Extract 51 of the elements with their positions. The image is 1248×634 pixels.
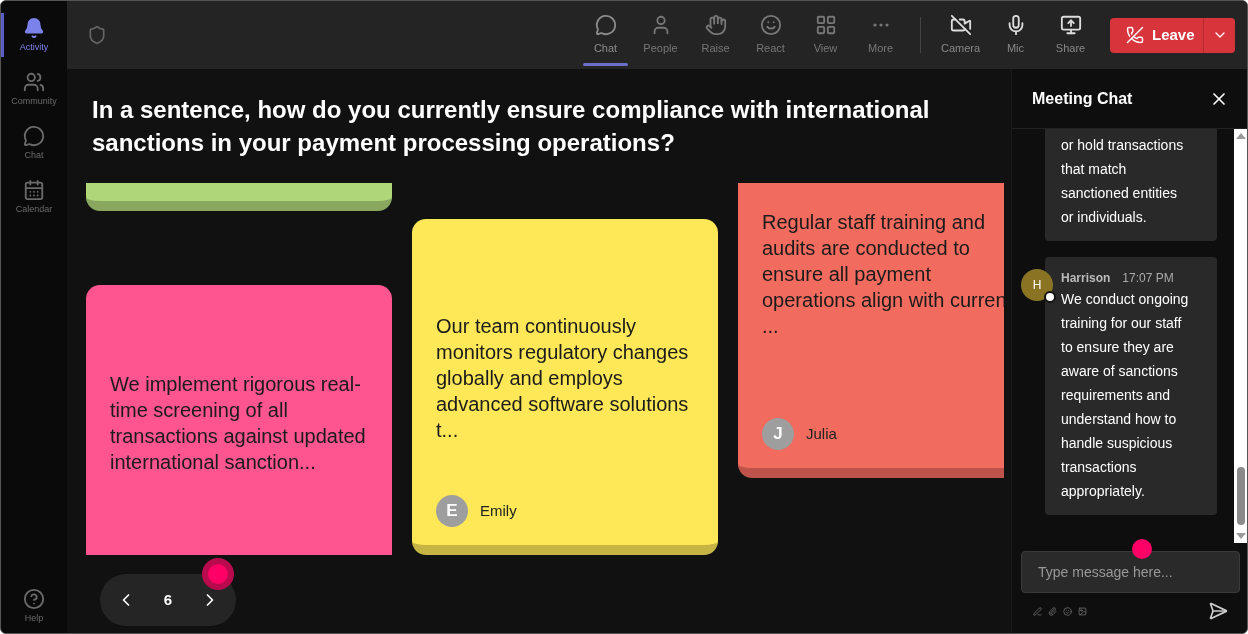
calendar-icon: [23, 179, 45, 202]
sidebar-item[interactable]: Calendar: [1, 171, 67, 225]
toolbar-button[interactable]: View: [798, 1, 853, 69]
image-icon[interactable]: [1078, 606, 1087, 616]
sidebar-item[interactable]: Chat: [1, 117, 67, 171]
camera-off-icon: [949, 13, 972, 36]
avatar: J: [762, 418, 794, 450]
smile-icon: [759, 13, 782, 36]
help-button[interactable]: Help: [23, 587, 45, 625]
help-icon: [23, 587, 45, 610]
chat-icon: [23, 125, 45, 148]
send-button[interactable]: [1208, 601, 1228, 621]
bell-icon: [23, 17, 45, 40]
page-number: 6: [163, 589, 173, 610]
toolbar-button[interactable]: Chat: [578, 1, 633, 69]
note-text: Our team continuously monitors regulatory changes globally and employs advanced software solutions t...: [436, 314, 690, 443]
chat-icon: [594, 13, 617, 36]
note-text: We implement rigorous real-time screening of all transactions against updated international sanction...: [110, 372, 367, 475]
sender-name: Harrison: [1061, 270, 1111, 287]
panel-title: Meeting Chat: [1032, 88, 1133, 109]
leave-button[interactable]: Leave: [1110, 17, 1235, 53]
grid-icon: [814, 13, 837, 36]
toolbar-button[interactable]: Raise: [688, 1, 743, 69]
hang-up-icon: [1126, 26, 1144, 44]
sidebar-item[interactable]: Activity: [1, 9, 67, 63]
share-screen-icon: [1059, 13, 1082, 36]
author-name: Emily: [480, 500, 517, 521]
question-title: In a sentence, how do you currently ensure compliance with international sanctions in your payment processing operations?: [92, 95, 931, 158]
click-indicator: [202, 558, 234, 590]
device-button[interactable]: Mic: [988, 1, 1043, 69]
sidebar-item[interactable]: Community: [1, 63, 67, 117]
send-icon: [1208, 601, 1228, 621]
toolbar-button[interactable]: React: [743, 1, 798, 69]
avatar: E: [436, 495, 468, 527]
message-text: or hold transactions that match sanctioned entities or individuals.: [1061, 136, 1185, 227]
avatar: H: [1021, 269, 1053, 301]
toolbar-button[interactable]: More: [853, 1, 908, 69]
hand-icon: [704, 13, 727, 36]
toolbar-button[interactable]: People: [633, 1, 688, 69]
message-input[interactable]: Type message here...: [1021, 551, 1240, 593]
author-name: Julia: [806, 423, 837, 444]
message-time: 17:07 PM: [1122, 270, 1174, 287]
message-text: We conduct ongoing training for our staff to ensure they are aware of sanctions requirements and understand how to handle suspicious transactions appropriately.: [1061, 290, 1190, 501]
active-indicator: [1, 13, 4, 57]
emoji-icon[interactable]: [1063, 606, 1072, 616]
shield-icon: [87, 25, 107, 45]
device-button[interactable]: Camera: [933, 1, 988, 69]
more-icon: [872, 22, 889, 27]
active-underline: [583, 63, 628, 66]
device-button[interactable]: Share: [1043, 1, 1098, 69]
people-icon: [23, 71, 45, 94]
